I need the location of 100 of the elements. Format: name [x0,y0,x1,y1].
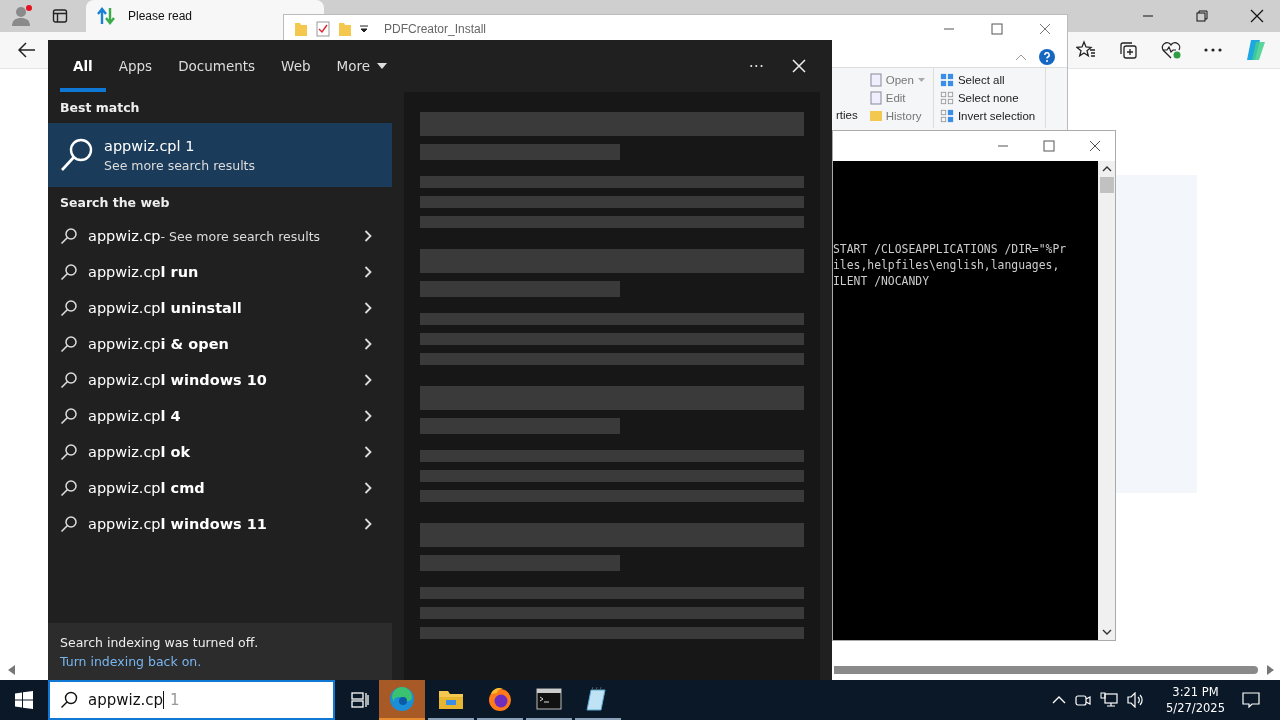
scroll-thumb[interactable] [1099,177,1114,193]
invert-selection-button[interactable]: Invert selection [939,108,1036,124]
filter-tab[interactable]: All [60,40,106,92]
section-heading: Best match [59,99,141,117]
more-options-button[interactable]: ··· [748,56,764,76]
ribbon-label[interactable]: rties [836,108,858,122]
filter-tab[interactable]: Web [268,40,324,92]
filter-tab[interactable]: Apps [105,40,166,92]
notice-text: Search indexing was turned off. [60,634,260,650]
result-text: appwiz.cpl run [88,264,200,280]
taskbar-search-field[interactable]: appwiz.cp 1 [48,680,335,720]
task-view-icon[interactable] [351,692,369,708]
close-icon[interactable] [1250,9,1264,23]
collapse-ribbon-icon[interactable] [1015,53,1027,61]
search-icon [60,515,78,533]
maximize-icon[interactable] [1043,140,1055,152]
history-button[interactable]: History [869,108,925,124]
grid-icon [939,109,954,123]
text-cursor [163,691,165,709]
filter-tab[interactable]: Documents [165,40,269,92]
tab-actions-icon[interactable] [52,8,68,24]
scroll-right-icon[interactable] [1266,665,1274,675]
more-icon[interactable] [1204,48,1222,52]
web-result-item[interactable]: appwiz.cpl windows 11 [48,506,392,542]
window-title: PDFCreator_Install [384,22,487,36]
select-all-button[interactable]: Select all [939,72,1036,88]
chevron-right-icon [364,266,372,278]
web-result-item[interactable]: appwiz.cpl ok [48,434,392,470]
result-text: appwiz.cpl windows 10 [88,372,268,388]
copilot-icon[interactable] [1244,38,1268,62]
chevron-right-icon [364,518,372,530]
grid-icon [939,73,954,87]
volume-icon[interactable] [1127,692,1146,708]
best-match-item[interactable]: appwiz.cpl 1 See more search results [48,123,392,187]
web-result-item[interactable]: appwiz.cpl cmd [48,470,392,506]
maximize-icon[interactable] [991,23,1003,35]
chevron-right-icon [364,410,372,422]
search-icon [60,263,78,281]
result-text: appwiz.cp- See more search results [88,228,322,244]
web-result-item[interactable]: appwiz.cpi & open [48,326,392,362]
health-icon[interactable] [1160,40,1182,60]
web-result-item[interactable]: appwiz.cpl uninstall [48,290,392,326]
search-icon [60,371,78,389]
chevron-right-icon [364,230,372,242]
filter-tab[interactable]: More [323,40,400,92]
search-icon [60,227,78,245]
scroll-left-icon[interactable] [8,665,16,675]
vertical-scrollbar[interactable] [1098,161,1115,640]
up-down-arrows-icon [96,6,116,26]
edit-button[interactable]: Edit [869,90,925,106]
close-icon[interactable] [1089,140,1101,152]
search-icon [60,691,78,709]
result-text: appwiz.cpi & open [88,336,230,352]
clock[interactable]: 3:21 PM 5/27/2025 [1166,684,1225,716]
search-icon [60,479,78,497]
profile-icon[interactable] [10,4,34,28]
indexing-link[interactable]: Turn indexing back on. [60,653,202,669]
favorites-icon[interactable] [1076,40,1096,60]
help-icon[interactable] [1039,49,1055,65]
chevron-right-icon [364,302,372,314]
open-button[interactable]: Open [869,72,925,88]
dropdown-icon[interactable] [360,25,368,33]
search-icon [60,137,94,173]
caret-icon [917,77,925,83]
caret-icon [377,63,387,69]
folder-icon [438,688,464,710]
result-text: appwiz.cpl uninstall [88,300,243,316]
scroll-thumb[interactable] [834,666,1258,674]
network-icon[interactable] [1100,692,1119,708]
console-line: ILENT /NOCANDY [833,273,930,289]
result-subtitle: See more search results [104,157,255,173]
chevron-right-icon [364,338,372,350]
result-text: appwiz.cpl windows 11 [88,516,268,532]
search-icon [60,407,78,425]
web-result-item[interactable]: appwiz.cpl windows 10 [48,362,392,398]
grid-icon [939,91,954,105]
console-line: iles,helpfiles\english,languages, [833,257,1061,273]
restore-icon[interactable] [1196,10,1208,22]
collections-icon[interactable] [1118,40,1138,60]
section-heading: Search the web [59,194,171,212]
scroll-up-icon[interactable] [1101,165,1112,173]
web-result-item[interactable]: appwiz.cp- See more search results [48,218,392,254]
browser-tab[interactable]: Please read [86,0,324,32]
windows-start-icon[interactable] [15,691,33,709]
browser-icon [487,686,513,712]
select-none-button[interactable]: Select none [939,90,1036,106]
result-text: appwiz.cpl 4 [88,408,182,424]
terminal-icon [536,688,562,710]
document-icon [869,73,882,87]
chevron-up-icon[interactable] [1052,696,1067,704]
back-arrow-icon[interactable] [18,42,36,58]
search-icon [60,335,78,353]
web-result-item[interactable]: appwiz.cpl 4 [48,398,392,434]
notification-icon[interactable] [1242,692,1260,708]
web-result-item[interactable]: appwiz.cpl run [48,254,392,290]
scroll-down-icon[interactable] [1101,628,1112,636]
chevron-right-icon [364,374,372,386]
camera-icon[interactable] [1075,692,1092,708]
properties-icon[interactable] [316,21,330,37]
search-icon [60,299,78,317]
